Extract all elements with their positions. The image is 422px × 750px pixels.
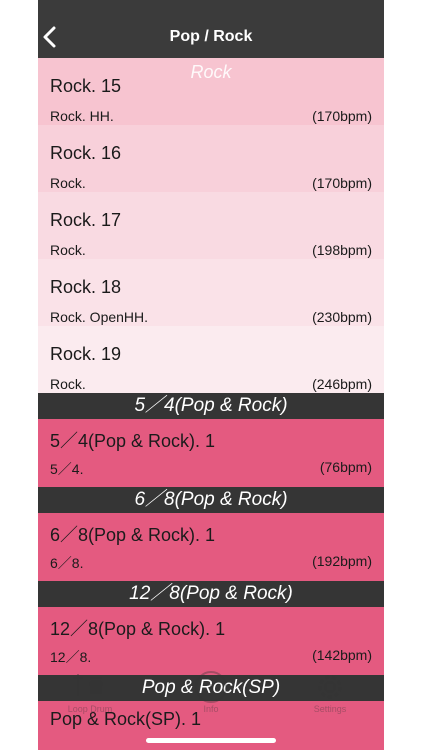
- sticky-section-label: Rock: [190, 62, 232, 82]
- section-header: 12／8(Pop & Rock): [38, 581, 384, 607]
- tab-settings[interactable]: Settings: [290, 668, 370, 718]
- rhythm-list[interactable]: Rock. 15 Rock. HH. (170bpm) Rock. 16 Roc…: [38, 58, 384, 750]
- row-title: 12／8(Pop & Rock). 1: [50, 619, 226, 639]
- row-subtitle: Rock. OpenHH.: [50, 309, 149, 325]
- list-item[interactable]: 6／8(Pop & Rock). 1 6／8. (192bpm): [38, 513, 384, 581]
- drum-kit-icon: [73, 674, 103, 696]
- app-screen: Pop / Rock Rock. 15 Rock. HH. (170bpm) R…: [38, 0, 384, 750]
- row-subtitle: 5／4.: [50, 461, 84, 477]
- row-subtitle: Rock.: [50, 175, 86, 191]
- home-indicator: [146, 738, 276, 743]
- navigation-bar: Pop / Rock: [38, 0, 384, 58]
- tab-label: Info: [203, 704, 219, 714]
- info-icon: [195, 671, 227, 703]
- row-bpm: (170bpm): [312, 175, 372, 191]
- row-subtitle: Rock. HH.: [50, 108, 114, 124]
- row-subtitle: 6／8.: [50, 555, 84, 571]
- gear-icon: [318, 675, 342, 699]
- row-title: Rock. 17: [50, 210, 122, 230]
- list-item[interactable]: Rock. 18 Rock. OpenHH. (230bpm): [38, 259, 384, 326]
- row-bpm: (192bpm): [312, 553, 372, 569]
- row-title: 6／8(Pop & Rock). 1: [50, 525, 216, 545]
- list-item[interactable]: 12／8(Pop & Rock). 1 12／8. (142bpm): [38, 607, 384, 675]
- page-title: Pop / Rock: [169, 28, 253, 45]
- list-item[interactable]: Rock. 17 Rock. (198bpm): [38, 192, 384, 259]
- tab-label: Settings: [313, 704, 347, 714]
- row-bpm: (142bpm): [312, 647, 372, 663]
- row-subtitle: Rock.: [50, 242, 86, 258]
- row-bpm: (230bpm): [312, 309, 372, 325]
- row-bpm: (246bpm): [312, 376, 372, 392]
- row-bpm: (198bpm): [312, 242, 372, 258]
- row-bpm: (76bpm): [319, 459, 372, 475]
- tab-loop-drum[interactable]: Loop Drum: [50, 668, 130, 718]
- tab-label: Loop Drum: [67, 704, 113, 714]
- row-title: 5／4(Pop & Rock). 1: [50, 431, 216, 451]
- row-title: Rock. 19: [50, 344, 122, 364]
- row-title: Rock. 18: [50, 277, 122, 297]
- list-item[interactable]: Rock. 19 Rock. (246bpm): [38, 326, 384, 393]
- list-item[interactable]: 5／4(Pop & Rock). 1 5／4. (76bpm): [38, 419, 384, 487]
- row-bpm: (170bpm): [312, 108, 372, 124]
- tab-bar: Loop Drum Info Settings: [38, 668, 384, 718]
- section-header: 5／4(Pop & Rock): [38, 393, 384, 419]
- list-item[interactable]: Rock. 16 Rock. (170bpm): [38, 125, 384, 192]
- row-subtitle: Rock.: [50, 376, 86, 392]
- row-title: Rock. 16: [50, 143, 122, 163]
- tab-info[interactable]: Info: [171, 668, 251, 718]
- section-header: 6／8(Pop & Rock): [38, 487, 384, 513]
- row-subtitle: 12／8.: [50, 649, 92, 665]
